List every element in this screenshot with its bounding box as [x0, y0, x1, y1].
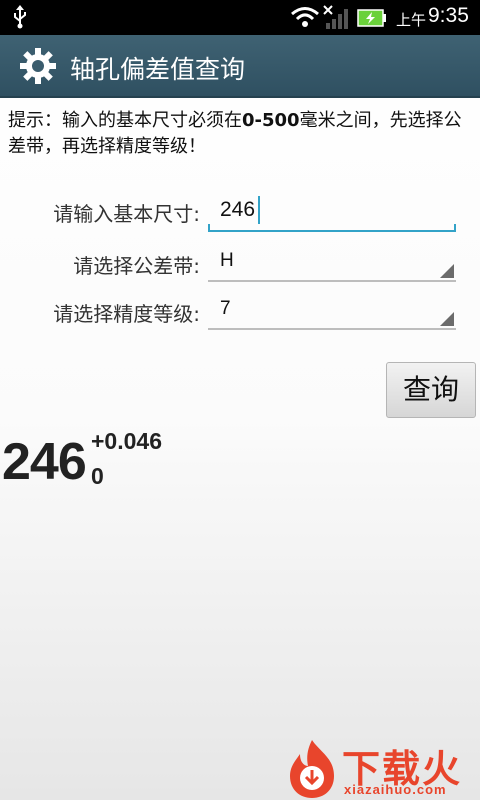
size-label: 请输入基本尺寸: — [53, 202, 200, 226]
watermark-en-text: xiazaihuo.com — [344, 782, 447, 797]
text-caret — [258, 196, 260, 224]
grade-select[interactable]: 7 — [208, 290, 456, 330]
hint-text: 提示：输入的基本尺寸必须在0-500毫米之间，先选择公差带，再选择精度等级！ — [8, 108, 474, 160]
result-upper-deviation: +0.046 — [91, 428, 162, 454]
tolerance-selected-value: H — [220, 250, 234, 271]
tolerance-label: 请选择公差带: — [73, 254, 200, 278]
status-bar: 上午 9:35 — [0, 0, 480, 35]
gear-icon — [18, 46, 58, 90]
flame-logo-icon — [284, 738, 340, 800]
app-title: 轴孔偏差值查询 — [70, 55, 246, 84]
battery-charging-icon — [357, 9, 387, 31]
tolerance-select[interactable]: H — [208, 242, 456, 282]
time-prefix: 上午 — [396, 11, 427, 29]
dropdown-triangle-icon — [440, 264, 454, 278]
hint-range: 0-500 — [242, 110, 300, 131]
hint-prefix: 提示：输入的基本尺寸必须在 — [8, 110, 242, 131]
signal-icon — [322, 4, 352, 34]
clock: 9:35 — [428, 4, 469, 27]
title-bar: 轴孔偏差值查询 — [0, 35, 480, 98]
usb-icon — [12, 5, 28, 33]
grade-label: 请选择精度等级: — [53, 302, 200, 326]
size-input-value: 246 — [220, 198, 256, 221]
wifi-icon — [290, 6, 320, 32]
query-button[interactable]: 查询 — [386, 362, 476, 418]
watermark: 下载火 xiazaihuo.com — [284, 738, 480, 800]
grade-selected-value: 7 — [220, 298, 231, 319]
result-base-size: 246 — [2, 433, 87, 491]
result-lower-deviation: 0 — [91, 463, 104, 489]
size-input[interactable]: 246 — [208, 188, 456, 232]
dropdown-triangle-icon — [440, 312, 454, 326]
